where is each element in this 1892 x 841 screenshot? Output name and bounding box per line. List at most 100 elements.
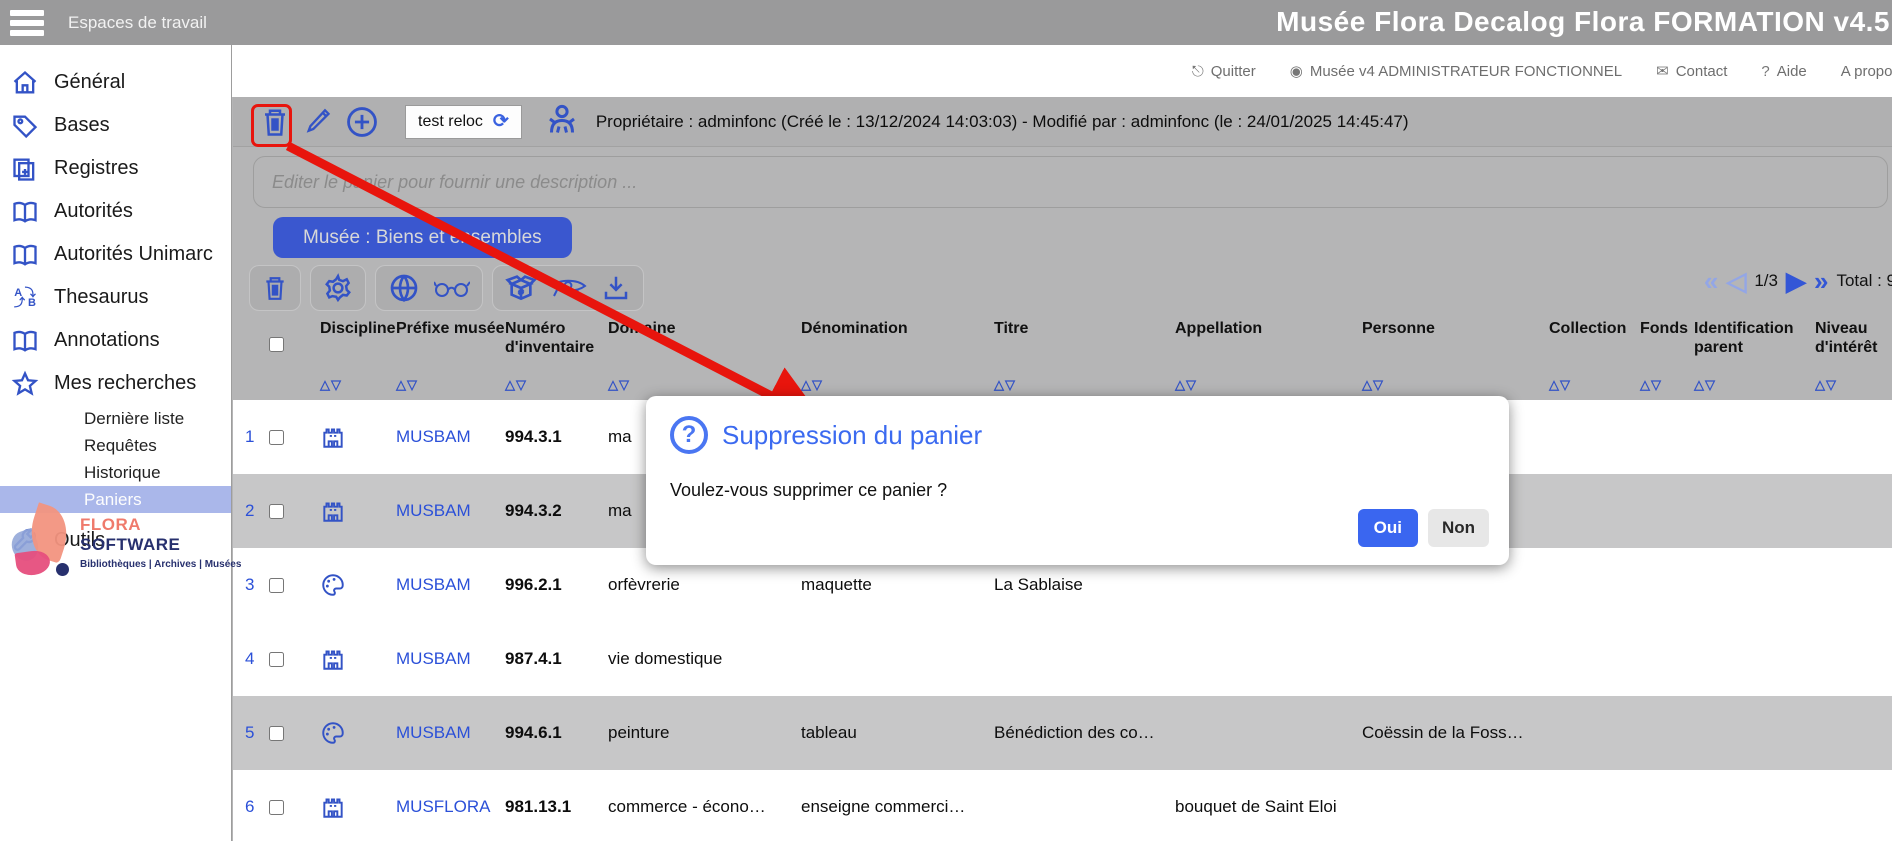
confirm-yes-button[interactable]: Oui xyxy=(1358,509,1418,547)
table-row[interactable]: 4 MUSBAM 987.4.1 vie domestique xyxy=(233,622,1892,696)
personne-cell: Coëssin de la Foss… xyxy=(1362,723,1549,743)
settings-button[interactable] xyxy=(310,265,366,311)
delete-selection-button[interactable] xyxy=(249,265,301,311)
list-toolbar: « ◁ 1/3 ▶ » Total : 9 xyxy=(233,260,1892,315)
table-row[interactable]: 5 MUSBAM 994.6.1 peinture tableau Bénédi… xyxy=(233,696,1892,770)
help-link[interactable]: ? Aide xyxy=(1761,63,1806,80)
domaine-cell: vie domestique xyxy=(608,649,801,669)
eye-of-horus-icon xyxy=(551,275,587,301)
open-book-icon xyxy=(10,240,40,270)
basket-toolbar: test reloc ⟳ Propriétaire : adminfonc (C… xyxy=(233,97,1892,147)
plus-circle-icon xyxy=(345,105,379,139)
sort-personne[interactable]: △▽ xyxy=(1362,375,1549,394)
denomination-cell: enseigne commerci… xyxy=(801,797,994,817)
sort-fonds[interactable]: △▽ xyxy=(1640,375,1694,394)
sort-prefixe[interactable]: △▽ xyxy=(396,375,505,394)
titre-cell: Bénédiction des co… xyxy=(994,723,1175,743)
row-number-link[interactable]: 4 xyxy=(233,649,269,669)
sidebar-subitem-historique[interactable]: Historique xyxy=(0,459,231,486)
prefix-link[interactable]: MUSBAM xyxy=(396,501,505,521)
sidebar-item-autorites[interactable]: Autorités xyxy=(0,190,231,233)
open-book-icon xyxy=(10,197,40,227)
basket-name-button[interactable]: test reloc ⟳ xyxy=(405,105,522,139)
prefix-link[interactable]: MUSFLORA xyxy=(396,797,505,817)
row-checkbox[interactable] xyxy=(269,430,284,445)
flora-software-logo: FLORA SOFTWARE Bibliothèques | Archives … xyxy=(8,507,223,577)
prefix-link[interactable]: MUSBAM xyxy=(396,723,505,743)
about-link[interactable]: A propos xyxy=(1841,63,1892,80)
sidebar-item-autorites-unimarc[interactable]: Autorités Unimarc xyxy=(0,233,231,276)
row-checkbox[interactable] xyxy=(269,800,284,815)
castle-icon xyxy=(302,646,396,672)
select-all-checkbox[interactable] xyxy=(269,337,284,352)
castle-icon xyxy=(302,794,396,820)
next-page-icon[interactable]: ▶ xyxy=(1786,268,1806,294)
user-bar: ⎋ Quitter ◉ Musée v4 ADMINISTRATEUR FONC… xyxy=(232,45,1892,97)
user-icon: ◉ xyxy=(1290,62,1303,80)
add-basket-button[interactable] xyxy=(343,105,381,139)
scope-tab-musee-biens[interactable]: Musée : Biens et ensembles xyxy=(273,217,572,258)
prefix-link[interactable]: MUSBAM xyxy=(396,649,505,669)
inventory-number: 996.2.1 xyxy=(505,575,608,595)
contact-link[interactable]: ✉ Contact xyxy=(1656,62,1727,80)
description-band: Editer le panier pour fournir une descri… xyxy=(233,148,1892,214)
row-number-link[interactable]: 1 xyxy=(233,427,269,447)
sidebar-item-mes-recherches[interactable]: Mes recherches xyxy=(0,362,231,405)
page-indicator: 1/3 xyxy=(1754,271,1778,291)
row-checkbox[interactable] xyxy=(269,726,284,741)
castle-icon xyxy=(302,498,396,524)
total-count: Total : 9 xyxy=(1836,271,1892,291)
row-checkbox[interactable] xyxy=(269,578,284,593)
first-page-icon[interactable]: « xyxy=(1704,268,1718,294)
sort-titre[interactable]: △▽ xyxy=(994,375,1175,394)
sidebar-item-registres[interactable]: Registres xyxy=(0,147,231,190)
inventory-number: 981.13.1 xyxy=(505,797,608,817)
last-page-icon[interactable]: » xyxy=(1814,268,1828,294)
tag-icon xyxy=(10,111,40,141)
pagination: « ◁ 1/3 ▶ » Total : 9 xyxy=(1704,268,1892,294)
prefix-link[interactable]: MUSBAM xyxy=(396,427,505,447)
prev-page-icon[interactable]: ◁ xyxy=(1726,268,1746,294)
view-options-button[interactable] xyxy=(375,265,483,311)
inventory-number: 987.4.1 xyxy=(505,649,608,669)
sidebar-item-bases[interactable]: Bases xyxy=(0,104,231,147)
sidebar-subitem-derniere-liste[interactable]: Dernière liste xyxy=(0,405,231,432)
sort-identification[interactable]: △▽ xyxy=(1694,375,1815,394)
basket-description-input[interactable]: Editer le panier pour fournir une descri… xyxy=(253,156,1888,208)
sidebar-subitem-requetes[interactable]: Requêtes xyxy=(0,432,231,459)
sort-niveau[interactable]: △▽ xyxy=(1815,375,1885,394)
hamburger-menu-icon[interactable] xyxy=(10,10,44,36)
sort-denomination[interactable]: △▽ xyxy=(801,375,994,394)
row-number-link[interactable]: 5 xyxy=(233,723,269,743)
row-number-link[interactable]: 3 xyxy=(233,575,269,595)
current-user[interactable]: ◉ Musée v4 ADMINISTRATEUR FONCTIONNEL xyxy=(1290,62,1622,80)
sort-numero[interactable]: △▽ xyxy=(505,375,608,394)
question-circle-icon: ? xyxy=(670,416,708,454)
sort-appellation[interactable]: △▽ xyxy=(1175,375,1362,394)
sort-collection[interactable]: △▽ xyxy=(1549,375,1640,394)
workspace-label: Espaces de travail xyxy=(68,13,207,33)
table-row[interactable]: 6 MUSFLORA 981.13.1 commerce - écono… en… xyxy=(233,770,1892,841)
sidebar-item-thesaurus[interactable]: A ⤵⤴ B Thesaurus xyxy=(0,276,231,319)
home-icon xyxy=(10,68,40,98)
castle-icon xyxy=(302,424,396,450)
basket-owner-info: Propriétaire : adminfonc (Créé le : 13/1… xyxy=(596,112,1409,132)
quit-link[interactable]: ⎋ Quitter xyxy=(1192,63,1256,80)
delete-basket-button[interactable] xyxy=(257,105,293,139)
row-checkbox[interactable] xyxy=(269,504,284,519)
domaine-cell: peinture xyxy=(608,723,801,743)
prefix-link[interactable]: MUSBAM xyxy=(396,575,505,595)
export-tools-button[interactable] xyxy=(492,265,644,311)
sort-domaine[interactable]: △▽ xyxy=(608,375,801,394)
refresh-icon[interactable]: ⟳ xyxy=(493,110,509,133)
row-checkbox[interactable] xyxy=(269,652,284,667)
edit-basket-button[interactable] xyxy=(301,106,335,138)
delete-confirmation-dialog: ? Suppression du panier Voulez-vous supp… xyxy=(646,396,1509,565)
sidebar-item-general[interactable]: Général xyxy=(0,61,231,104)
sort-discipline[interactable]: △▽ xyxy=(320,375,396,394)
sidebar-item-annotations[interactable]: Annotations xyxy=(0,319,231,362)
row-number-link[interactable]: 6 xyxy=(233,797,269,817)
sort-az-icon: A ⤵⤴ B xyxy=(10,283,40,313)
scope-tab-row: Musée : Biens et ensembles xyxy=(233,214,1892,260)
confirm-no-button[interactable]: Non xyxy=(1428,509,1489,547)
